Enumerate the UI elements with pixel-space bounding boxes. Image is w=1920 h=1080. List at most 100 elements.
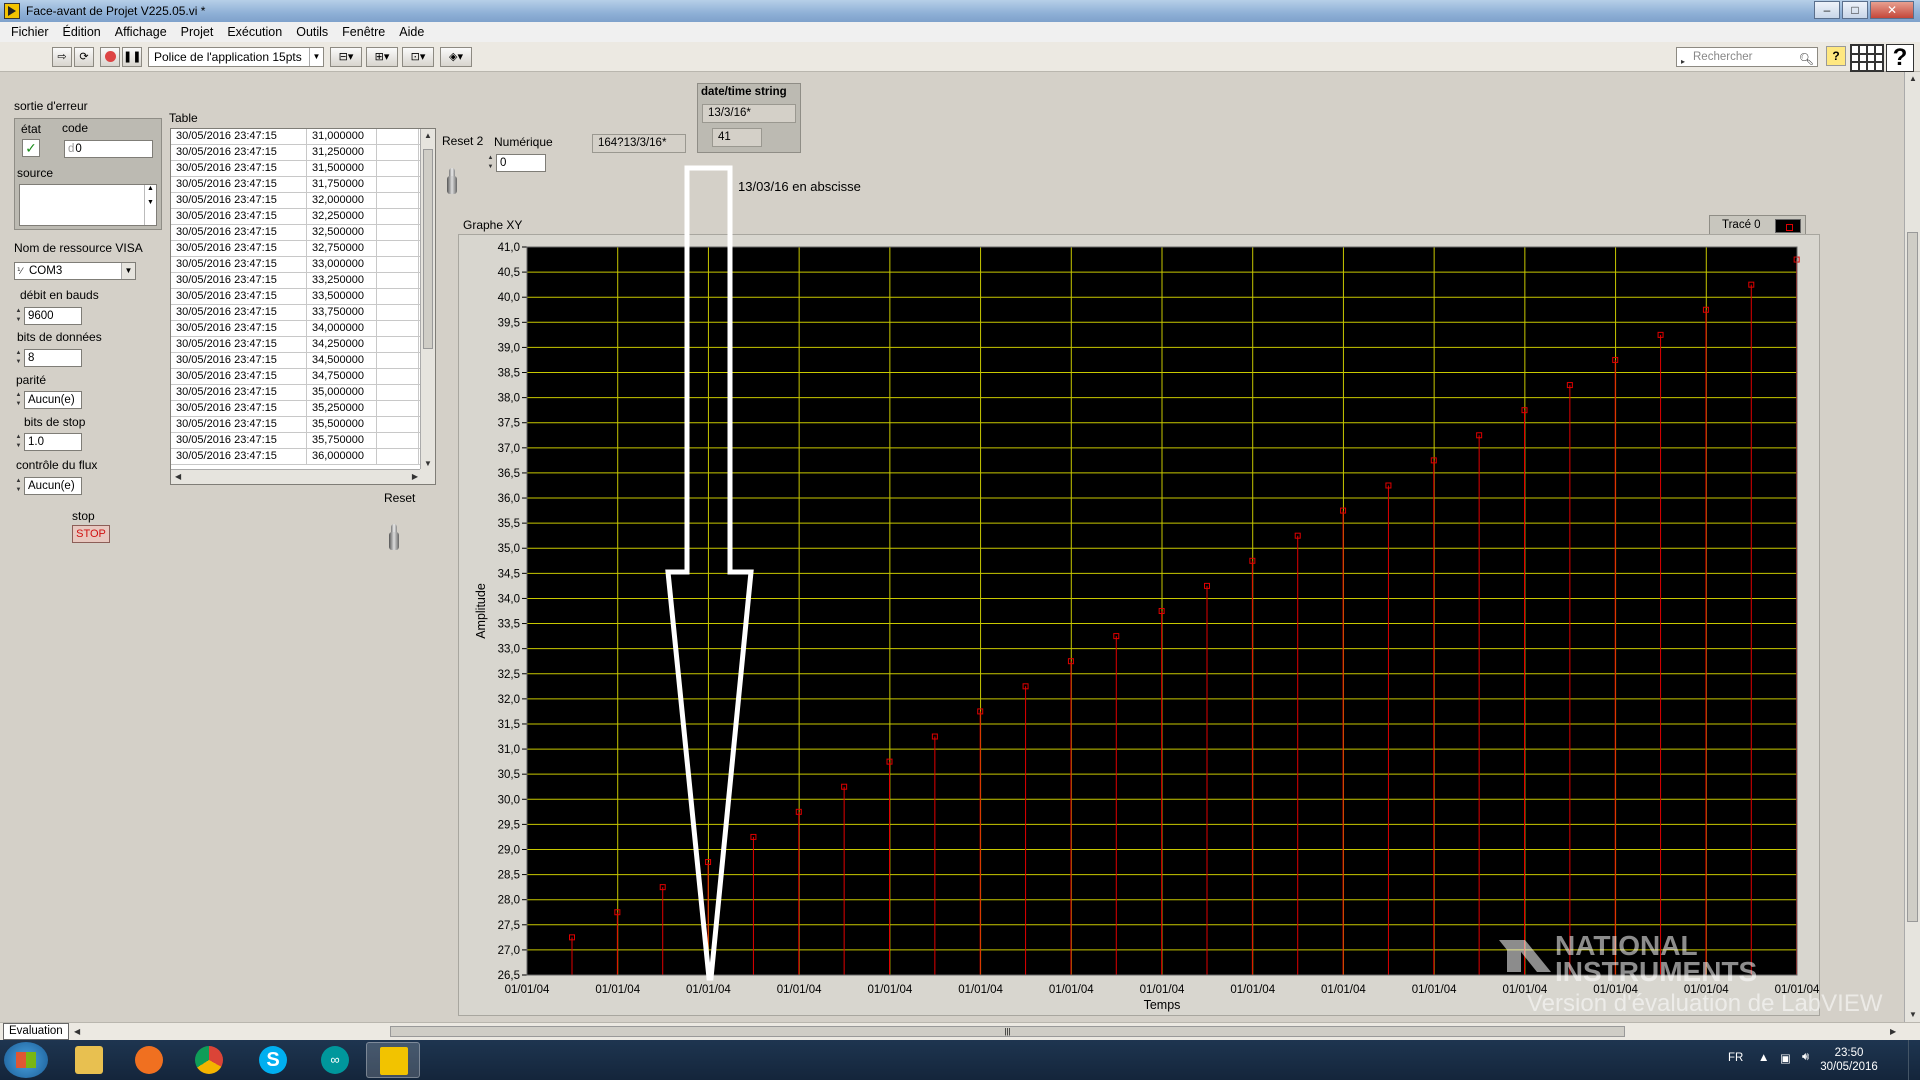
table-row[interactable]: 30/05/2016 23:47:15 35,750000 — [171, 433, 435, 449]
menu-edition[interactable]: Édition — [56, 25, 108, 39]
table-row[interactable]: 30/05/2016 23:47:15 31,750000 — [171, 177, 435, 193]
table-cell-empty[interactable] — [377, 193, 419, 208]
language-indicator[interactable]: FR — [1728, 1052, 1743, 1064]
table-row[interactable]: 30/05/2016 23:47:15 31,500000 — [171, 161, 435, 177]
stop-bits-field[interactable]: 1.0 — [24, 433, 82, 451]
table-cell-value[interactable]: 33,250000 — [307, 273, 377, 288]
menu-aide[interactable]: Aide — [392, 25, 431, 39]
table-cell-empty[interactable] — [377, 385, 419, 400]
scroll-down-icon[interactable]: ▼ — [1909, 1010, 1917, 1019]
table-cell-empty[interactable] — [377, 337, 419, 352]
table-row[interactable]: 30/05/2016 23:47:15 34,500000 — [171, 353, 435, 369]
table-horizontal-scrollbar[interactable]: ◀ ▶ — [171, 469, 422, 484]
evaluation-tab[interactable]: Evaluation — [3, 1023, 69, 1040]
scroll-right-icon[interactable]: ▶ — [412, 472, 418, 481]
numeric-field[interactable]: 0 — [496, 154, 546, 172]
taskbar-clock[interactable]: 23:50 30/05/2016 — [1814, 1046, 1884, 1074]
table-row[interactable]: 30/05/2016 23:47:15 31,250000 — [171, 145, 435, 161]
source-field[interactable]: ▲ ▼ — [19, 184, 157, 226]
scroll-right-icon[interactable]: ▶ — [1890, 1027, 1896, 1036]
distribute-objects-icon[interactable]: ⊞▾ — [366, 47, 398, 67]
table-cell-timestamp[interactable]: 30/05/2016 23:47:15 — [171, 129, 307, 144]
scroll-up-icon[interactable]: ▲ — [1909, 74, 1917, 83]
stop-button[interactable]: STOP — [72, 525, 110, 543]
tray-expand-icon[interactable]: ▲ — [1758, 1052, 1769, 1064]
table-cell-timestamp[interactable]: 30/05/2016 23:47:15 — [171, 417, 307, 432]
connector-pane-icon[interactable] — [1850, 44, 1884, 72]
table-cell-timestamp[interactable]: 30/05/2016 23:47:15 — [171, 433, 307, 448]
reset2-toggle-switch[interactable] — [444, 168, 460, 194]
run-continuously-icon[interactable]: ⟳ — [74, 47, 94, 67]
parity-field[interactable]: Aucun(e) — [24, 391, 82, 409]
table-cell-empty[interactable] — [377, 145, 419, 160]
table-cell-empty[interactable] — [377, 225, 419, 240]
search-input[interactable]: ▸ Rechercher 🔍︎ — [1676, 47, 1818, 67]
table-cell-value[interactable]: 33,500000 — [307, 289, 377, 304]
table-row[interactable]: 30/05/2016 23:47:15 33,000000 — [171, 257, 435, 273]
table-cell-value[interactable]: 31,750000 — [307, 177, 377, 192]
table-cell-empty[interactable] — [377, 209, 419, 224]
menu-affichage[interactable]: Affichage — [108, 25, 174, 39]
table-cell-empty[interactable] — [377, 433, 419, 448]
chevron-down-icon[interactable]: ▼ — [121, 263, 135, 279]
table-cell-timestamp[interactable]: 30/05/2016 23:47:15 — [171, 449, 307, 464]
minimize-button[interactable]: – — [1814, 1, 1840, 19]
pause-icon[interactable]: ❚❚ — [122, 47, 142, 67]
table-cell-value[interactable]: 34,750000 — [307, 369, 377, 384]
close-button[interactable]: ✕ — [1870, 1, 1914, 19]
table-cell-value[interactable]: 31,250000 — [307, 145, 377, 160]
scroll-down-icon[interactable]: ▼ — [424, 459, 432, 468]
table-row[interactable]: 30/05/2016 23:47:15 35,500000 — [171, 417, 435, 433]
reset-toggle-switch[interactable] — [386, 524, 402, 550]
scroll-left-icon[interactable]: ◀ — [74, 1027, 80, 1036]
skype-taskbar-icon[interactable]: S — [246, 1042, 300, 1078]
panel-horizontal-scroll-thumb[interactable]: ||| — [390, 1026, 1625, 1037]
volume-icon[interactable]: 🔊︎ — [1802, 1051, 1809, 1064]
table-cell-value[interactable]: 35,750000 — [307, 433, 377, 448]
table-cell-value[interactable]: 34,250000 — [307, 337, 377, 352]
table-cell-empty[interactable] — [377, 177, 419, 192]
run-arrow-icon[interactable]: ⇨ — [52, 47, 72, 67]
code-field[interactable]: d0 — [64, 140, 153, 158]
table-cell-timestamp[interactable]: 30/05/2016 23:47:15 — [171, 241, 307, 256]
table-cell-timestamp[interactable]: 30/05/2016 23:47:15 — [171, 209, 307, 224]
start-button[interactable] — [4, 1042, 48, 1078]
table-cell-empty[interactable] — [377, 321, 419, 336]
table-cell-timestamp[interactable]: 30/05/2016 23:47:15 — [171, 145, 307, 160]
table-cell-timestamp[interactable]: 30/05/2016 23:47:15 — [171, 369, 307, 384]
data-bits-field[interactable]: 8 — [24, 349, 82, 367]
table-cell-value[interactable]: 32,000000 — [307, 193, 377, 208]
table-cell-empty[interactable] — [377, 417, 419, 432]
arduino-taskbar-icon[interactable]: ∞ — [308, 1042, 362, 1078]
table-cell-value[interactable]: 32,500000 — [307, 225, 377, 240]
explorer-taskbar-icon[interactable] — [62, 1042, 116, 1078]
table-cell-value[interactable]: 31,000000 — [307, 129, 377, 144]
context-help-button[interactable]: ? — [1826, 46, 1846, 66]
table-row[interactable]: 30/05/2016 23:47:15 33,500000 — [171, 289, 435, 305]
table-cell-empty[interactable] — [377, 129, 419, 144]
table-row[interactable]: 30/05/2016 23:47:15 33,750000 — [171, 305, 435, 321]
panel-scroll-thumb[interactable] — [1907, 232, 1918, 922]
table-row[interactable]: 30/05/2016 23:47:15 35,250000 — [171, 401, 435, 417]
data-bits-spinner[interactable]: ▲ ▼ — [14, 349, 23, 367]
numeric-spinner[interactable]: ▲ ▼ — [486, 154, 495, 172]
media-player-taskbar-icon[interactable] — [122, 1042, 176, 1078]
table-cell-value[interactable]: 31,500000 — [307, 161, 377, 176]
table-cell-empty[interactable] — [377, 305, 419, 320]
table-cell-value[interactable]: 36,000000 — [307, 449, 377, 464]
menu-fichier[interactable]: Fichier — [4, 25, 56, 39]
table-scroll-thumb[interactable] — [423, 149, 433, 349]
table-cell-empty[interactable] — [377, 257, 419, 272]
table-cell-timestamp[interactable]: 30/05/2016 23:47:15 — [171, 177, 307, 192]
table-cell-value[interactable]: 34,500000 — [307, 353, 377, 368]
table-cell-empty[interactable] — [377, 241, 419, 256]
table-row[interactable]: 30/05/2016 23:47:15 34,250000 — [171, 337, 435, 353]
table-cell-empty[interactable] — [377, 289, 419, 304]
menu-fenetre[interactable]: Fenêtre — [335, 25, 392, 39]
table-row[interactable]: 30/05/2016 23:47:15 31,000000 — [171, 129, 435, 145]
table-cell-empty[interactable] — [377, 353, 419, 368]
table-cell-timestamp[interactable]: 30/05/2016 23:47:15 — [171, 257, 307, 272]
scroll-left-icon[interactable]: ◀ — [175, 472, 181, 481]
parity-spinner[interactable]: ▲ ▼ — [14, 391, 23, 409]
data-table[interactable]: 30/05/2016 23:47:15 31,000000 30/05/2016 2… — [170, 128, 436, 485]
